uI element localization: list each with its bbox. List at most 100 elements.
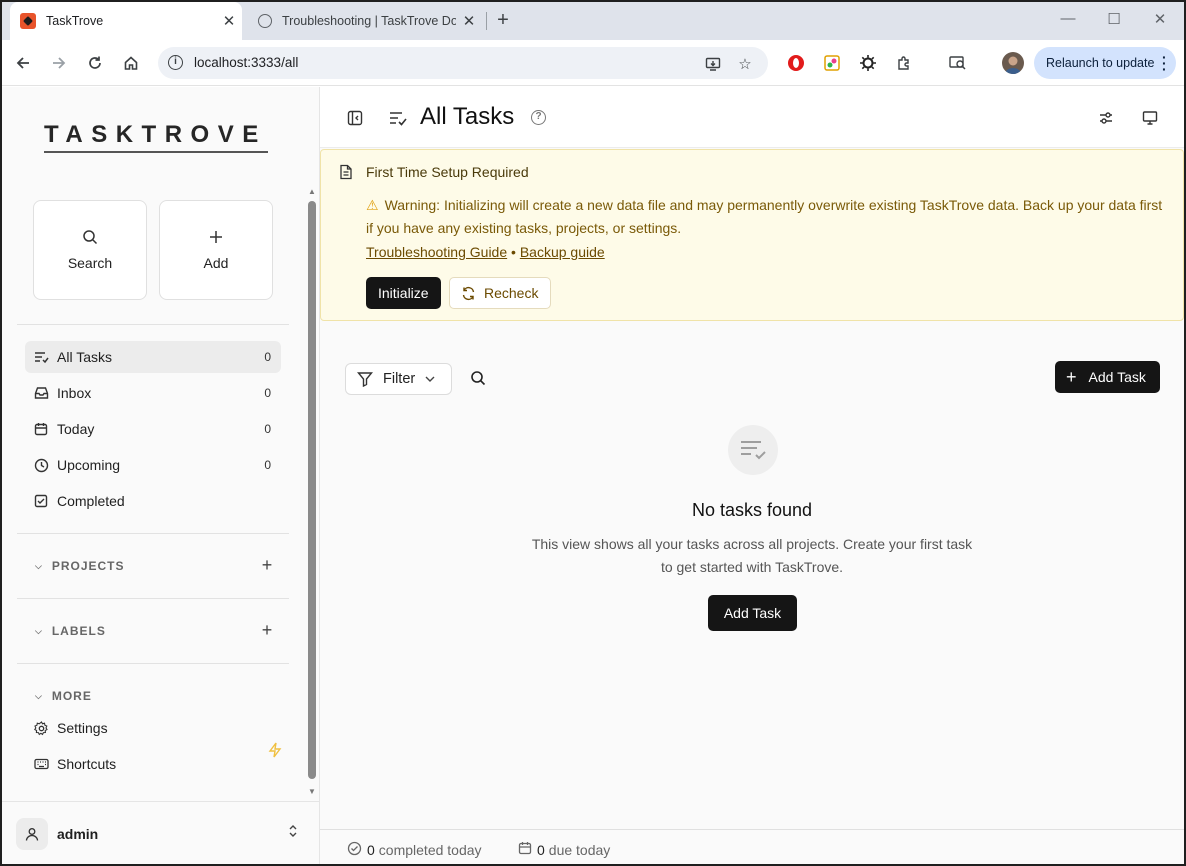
user-avatar-icon: [16, 818, 48, 850]
empty-add-task-button[interactable]: Add Task: [708, 595, 797, 631]
chevron-down-icon: ⌵: [35, 690, 43, 701]
due-today-stat: 0 due today: [518, 841, 610, 858]
sidebar-item-label: Inbox: [57, 385, 92, 401]
site-info-icon[interactable]: i: [168, 55, 183, 70]
sidebar-item-inbox[interactable]: Inbox 0: [25, 377, 281, 409]
add-project-button[interactable]: +: [258, 555, 276, 576]
view-options-icon[interactable]: [1097, 109, 1115, 127]
extensions-puzzle-icon[interactable]: [894, 53, 914, 73]
backup-guide-link[interactable]: Backup guide: [520, 244, 605, 260]
lightning-bolt-icon[interactable]: [268, 742, 282, 763]
due-count: 0: [537, 841, 545, 858]
sidebar-item-settings[interactable]: Settings: [25, 712, 281, 744]
profile-avatar-icon[interactable]: [1002, 52, 1024, 74]
menu-dots-icon[interactable]: · · ·: [1162, 50, 1167, 76]
tab-strip: TaskTrove ✕ Troubleshooting | TaskTrove …: [2, 2, 1184, 40]
initialize-button[interactable]: Initialize: [366, 277, 441, 309]
sidebar-item-upcoming[interactable]: Upcoming 0: [25, 449, 281, 481]
inbox-icon: [33, 385, 49, 401]
warning-triangle-icon: ⚠: [366, 197, 379, 213]
sidebar-item-completed[interactable]: Completed: [25, 485, 281, 517]
task-count: 0: [264, 386, 271, 400]
color-picker-extension-icon[interactable]: [822, 53, 842, 73]
forward-icon[interactable]: [47, 51, 71, 75]
tab-tasktrove[interactable]: TaskTrove ✕: [10, 2, 242, 40]
sidebar-item-today[interactable]: Today 0: [25, 413, 281, 445]
filter-button[interactable]: Filter: [345, 363, 452, 395]
address-bar[interactable]: i localhost:3333/all ☆: [158, 47, 768, 79]
projects-section-toggle[interactable]: ⌵ PROJECTS: [35, 559, 125, 573]
calendar-icon: [33, 421, 49, 437]
bookmark-star-icon[interactable]: ☆: [734, 53, 756, 75]
empty-tasks-icon: [728, 425, 778, 475]
home-icon[interactable]: [119, 51, 143, 75]
relaunch-label: Relaunch to update: [1046, 56, 1155, 70]
toggle-sidebar-icon[interactable]: [346, 109, 364, 127]
sidebar-item-label: Completed: [57, 493, 125, 509]
chevron-down-icon: ⌵: [35, 560, 43, 571]
opera-extension-icon[interactable]: [786, 53, 806, 73]
clock-icon: [33, 457, 49, 473]
tab-title: Troubleshooting | TaskTrove Do: [282, 14, 456, 28]
all-tasks-header-icon: [389, 109, 407, 127]
tab-close-icon[interactable]: ✕: [216, 12, 242, 30]
help-icon[interactable]: ?: [531, 110, 546, 125]
gear-icon: [33, 720, 49, 736]
browser-window: TaskTrove ✕ Troubleshooting | TaskTrove …: [0, 0, 1186, 866]
sidebar-item-label: Shortcuts: [57, 756, 117, 772]
window-close-icon[interactable]: ✕: [1148, 10, 1172, 32]
empty-state-description: This view shows all your tasks across al…: [531, 536, 973, 575]
browser-toolbar: i localhost:3333/all ☆ Relaunch to updat…: [2, 40, 1184, 86]
sidebar-item-label: Today: [57, 421, 95, 437]
scroll-up-arrow-icon[interactable]: ▲: [307, 187, 317, 196]
user-name: admin: [57, 826, 99, 842]
task-search-icon[interactable]: [470, 370, 486, 386]
url-text: localhost:3333/all: [194, 55, 299, 70]
sidebar-scrollbar[interactable]: ▲ ▼: [307, 187, 317, 799]
relaunch-button[interactable]: Relaunch to update · · ·: [1034, 47, 1176, 79]
back-icon[interactable]: [11, 51, 35, 75]
add-task-button[interactable]: + Add Task: [1055, 361, 1160, 393]
sidebar-item-all-tasks[interactable]: All Tasks 0: [25, 341, 281, 373]
labels-section-toggle[interactable]: ⌵ LABELS: [35, 624, 106, 638]
chevron-down-icon: [425, 374, 435, 385]
banner-warning-text: ⚠ Warning: Initializing will create a new…: [366, 194, 1171, 240]
due-label: due today: [548, 841, 611, 858]
scrollbar-thumb[interactable]: [308, 201, 316, 779]
add-label-button[interactable]: +: [258, 620, 276, 641]
check-square-icon: [33, 493, 49, 509]
minimize-icon[interactable]: —: [1056, 10, 1080, 32]
setup-warning-banner: First Time Setup Required ⚠ Warning: Init…: [320, 149, 1184, 321]
maximize-icon[interactable]: ☐: [1102, 10, 1126, 32]
quick-add-label: Add: [203, 255, 229, 271]
reload-icon[interactable]: [83, 51, 107, 75]
document-icon: [339, 164, 353, 185]
install-app-icon[interactable]: [702, 53, 724, 75]
divider: [17, 663, 289, 664]
quick-search-button[interactable]: Search: [33, 200, 147, 300]
empty-state-title: No tasks found: [691, 500, 813, 520]
recheck-button[interactable]: Recheck: [449, 277, 552, 309]
sun-extension-icon[interactable]: [858, 53, 878, 73]
tab-close-icon[interactable]: ✕: [456, 12, 482, 30]
plus-icon: +: [1066, 367, 1077, 387]
new-tab-icon[interactable]: +: [492, 10, 514, 32]
recheck-label: Recheck: [484, 285, 539, 301]
app-logo: TASKTROVE: [44, 121, 267, 148]
tab-troubleshooting[interactable]: Troubleshooting | TaskTrove Do ✕: [248, 2, 482, 40]
tab-title: TaskTrove: [46, 14, 104, 28]
quick-add-button[interactable]: Add: [159, 200, 273, 300]
check-circle-icon: [347, 841, 362, 859]
sidebar-item-shortcuts[interactable]: Shortcuts: [25, 748, 281, 780]
page-header: All Tasks ?: [320, 87, 1184, 148]
monitor-icon[interactable]: [1141, 109, 1159, 127]
scroll-down-arrow-icon[interactable]: ▼: [307, 787, 317, 796]
tab-separator: [486, 12, 487, 30]
more-section-toggle[interactable]: ⌵ MORE: [35, 689, 92, 703]
troubleshooting-guide-link[interactable]: Troubleshooting Guide: [366, 244, 507, 260]
tab-search-icon[interactable]: [948, 53, 968, 73]
completed-today-stat: 0 completed today: [347, 841, 482, 859]
user-menu[interactable]: admin: [2, 801, 319, 864]
globe-favicon-icon: [258, 14, 272, 28]
status-footer: 0 completed today 0 due today: [320, 829, 1184, 864]
